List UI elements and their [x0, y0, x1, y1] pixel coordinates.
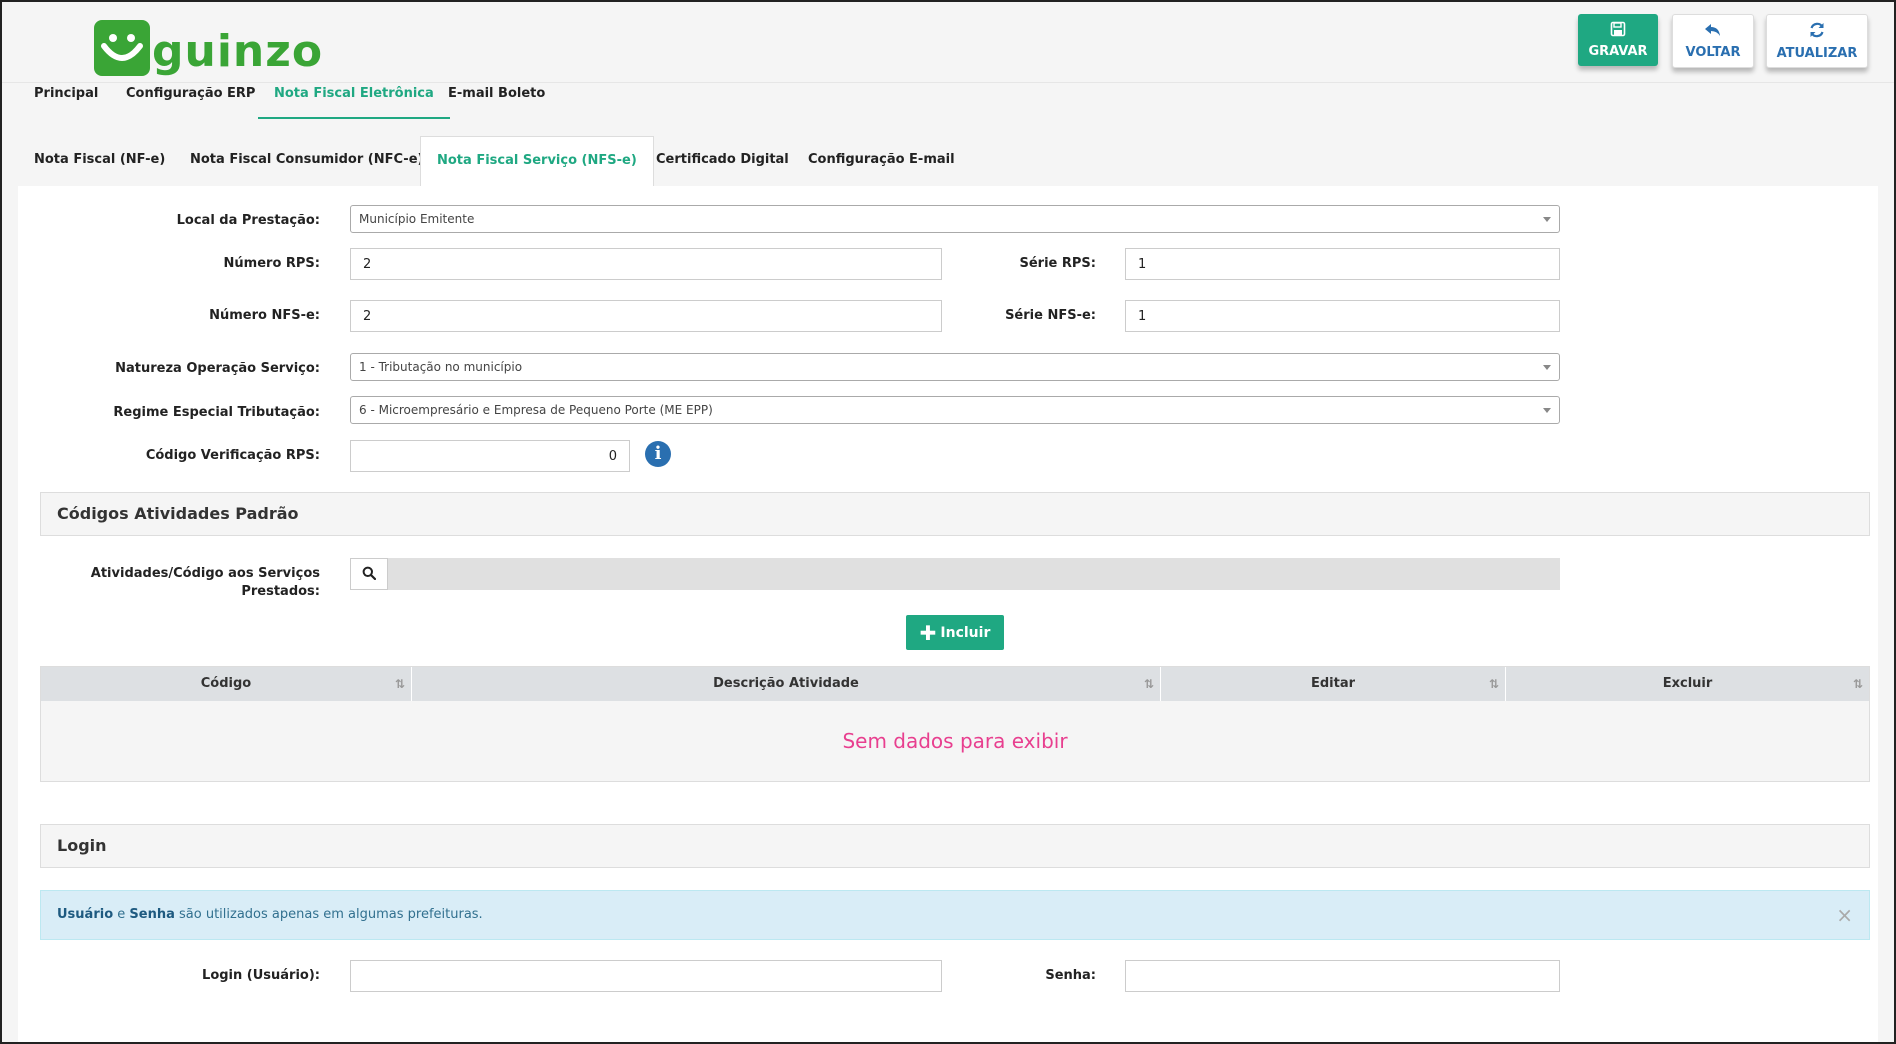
column-excluir[interactable]: Excluir ⇅: [1506, 667, 1869, 701]
serie-nfse-label: Série NFS-e:: [1005, 308, 1096, 323]
local-prestacao-value: Município Emitente: [359, 212, 475, 226]
incluir-label: Incluir: [940, 624, 991, 641]
sort-icon: ⇅: [394, 677, 405, 691]
atividades-panel-header: Códigos Atividades Padrão: [40, 492, 1870, 536]
tab-nfe[interactable]: Nota Fiscal (NF-e): [18, 136, 181, 184]
sort-icon: ⇅: [1143, 677, 1154, 691]
login-input[interactable]: [350, 960, 942, 992]
gravar-label: GRAVAR: [1588, 44, 1648, 59]
codigo-verificacao-input[interactable]: 0: [350, 440, 630, 472]
tab-configuracao-erp[interactable]: Configuração ERP: [110, 83, 271, 117]
logo-icon: [94, 20, 150, 76]
atividades-label-line1: Atividades/Código aos Serviços: [90, 566, 320, 581]
regime-value: 6 - Microempresário e Empresa de Pequeno…: [359, 403, 713, 417]
serie-rps-label: Série RPS:: [1019, 256, 1097, 271]
refresh-icon: [1808, 21, 1826, 43]
sub-tabs: Nota Fiscal (NF-e) Nota Fiscal Consumido…: [18, 136, 1878, 187]
alert-and: e: [117, 907, 126, 922]
app-window: guinzo GRAVAR VOLTAR ATUALIZAR Principal…: [0, 0, 1896, 1044]
column-editar[interactable]: Editar ⇅: [1161, 667, 1506, 701]
voltar-button[interactable]: VOLTAR: [1672, 14, 1754, 68]
tab-nfse[interactable]: Nota Fiscal Serviço (NFS-e): [420, 136, 654, 187]
column-excluir-label: Excluir: [1662, 676, 1713, 691]
numero-nfse-label: Número NFS-e:: [209, 308, 320, 323]
local-prestacao-select[interactable]: Município Emitente: [350, 205, 1560, 233]
tab-nfce[interactable]: Nota Fiscal Consumidor (NFC-e): [174, 136, 439, 184]
tab-email-boleto[interactable]: E-mail Boleto: [432, 83, 561, 117]
login-panel-header: Login: [40, 824, 1870, 868]
atividades-lookup-field[interactable]: [388, 558, 1560, 590]
undo-icon: [1704, 22, 1722, 42]
serie-nfse-input[interactable]: 1: [1125, 300, 1560, 332]
atividades-label: Atividades/Código aos Serviços Prestados…: [42, 565, 320, 601]
senha-input[interactable]: [1125, 960, 1560, 992]
sort-icon: ⇅: [1488, 677, 1499, 691]
alert-text: são utilizados apenas em algumas prefeit…: [179, 907, 483, 922]
info-icon[interactable]: i: [645, 441, 671, 467]
atividades-label-line2: Prestados:: [241, 584, 320, 599]
chevron-down-icon: [1543, 217, 1551, 222]
login-info-alert: Usuário e Senha são utilizados apenas em…: [40, 890, 1870, 940]
column-editar-label: Editar: [1310, 676, 1356, 691]
regime-label: Regime Especial Tributação:: [113, 405, 320, 420]
tab-configuracao-email[interactable]: Configuração E-mail: [792, 136, 971, 184]
column-codigo-label: Código: [200, 676, 252, 691]
gravar-button[interactable]: GRAVAR: [1578, 14, 1658, 66]
logo: guinzo: [94, 14, 323, 76]
regime-select[interactable]: 6 - Microempresário e Empresa de Pequeno…: [350, 396, 1560, 424]
serie-rps-input[interactable]: 1: [1125, 248, 1560, 280]
atualizar-label: ATUALIZAR: [1776, 46, 1858, 61]
local-prestacao-label: Local da Prestação:: [176, 213, 320, 228]
atividades-table: Código ⇅ Descrição Atividade ⇅ Editar ⇅ …: [40, 666, 1870, 782]
numero-nfse-input[interactable]: 2: [350, 300, 942, 332]
incluir-button[interactable]: ✚ Incluir: [906, 615, 1004, 650]
search-button[interactable]: [350, 558, 388, 590]
chevron-down-icon: [1543, 408, 1551, 413]
natureza-label: Natureza Operação Serviço:: [115, 361, 320, 376]
chevron-down-icon: [1543, 365, 1551, 370]
codigo-verificacao-label: Código Verificação RPS:: [145, 448, 320, 463]
table-header: Código ⇅ Descrição Atividade ⇅ Editar ⇅ …: [41, 667, 1869, 701]
login-label: Login (Usuário):: [202, 968, 320, 983]
plus-icon: ✚: [919, 620, 937, 645]
alert-pass: Senha: [129, 907, 175, 922]
senha-label: Senha:: [1045, 968, 1096, 983]
alert-user: Usuário: [57, 907, 114, 922]
empty-message: Sem dados para exibir: [842, 729, 1068, 753]
column-codigo[interactable]: Código ⇅: [41, 667, 412, 701]
header: guinzo GRAVAR VOLTAR ATUALIZAR: [2, 2, 1894, 82]
logo-text: guinzo: [152, 26, 324, 77]
main-tabs: Principal Configuração ERP Nota Fiscal E…: [2, 82, 1894, 119]
numero-rps-input[interactable]: 2: [350, 248, 942, 280]
save-icon: [1610, 21, 1626, 41]
natureza-value: 1 - Tributação no município: [359, 360, 523, 374]
numero-rps-label: Número RPS:: [223, 256, 320, 271]
sort-icon: ⇅: [1852, 677, 1863, 691]
close-icon[interactable]: ×: [1836, 891, 1853, 939]
atualizar-button[interactable]: ATUALIZAR: [1766, 14, 1868, 68]
natureza-select[interactable]: 1 - Tributação no município: [350, 353, 1560, 381]
voltar-label: VOLTAR: [1685, 45, 1741, 60]
column-descricao[interactable]: Descrição Atividade ⇅: [412, 667, 1161, 701]
search-icon: [362, 565, 377, 584]
tab-certificado-digital[interactable]: Certificado Digital: [640, 136, 805, 184]
tab-principal[interactable]: Principal: [18, 83, 114, 117]
tab-nota-fiscal-eletronica[interactable]: Nota Fiscal Eletrônica: [258, 83, 450, 119]
column-descricao-label: Descrição Atividade: [713, 676, 859, 691]
